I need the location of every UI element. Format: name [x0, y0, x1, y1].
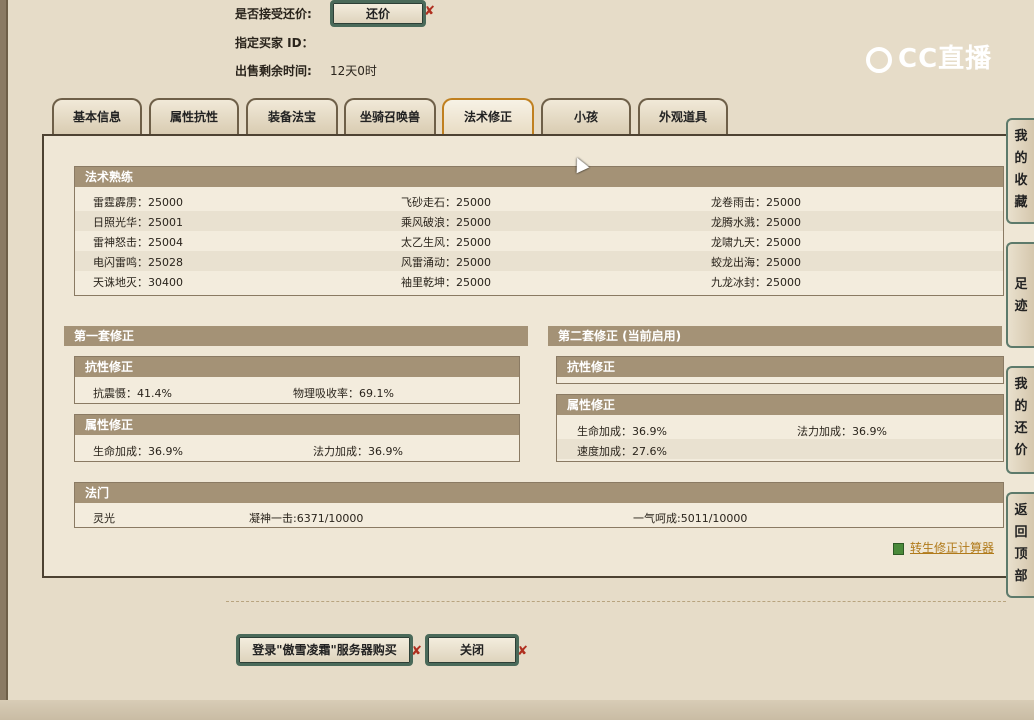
tab-content-panel: 法术熟练 雷霆霹雳：25000 飞砂走石：25000 龙卷雨击：25000 日照…	[42, 134, 1034, 578]
set1-attr-item: 法力加成：36.9%	[313, 445, 403, 458]
spell-row: 雷神怒击：25004 太乙生风：25000 龙啸九天：25000	[75, 231, 1003, 251]
side-tab-favorites[interactable]: 我的收藏	[1006, 118, 1034, 224]
frame-bottom-border	[0, 700, 1034, 720]
set1-resist-title: 抗性修正	[75, 357, 519, 377]
spell-value: 电闪雷鸣：25028	[93, 256, 183, 269]
calculator-icon	[893, 542, 904, 555]
tab-equipment[interactable]: 装备法宝	[246, 98, 338, 134]
school-item: 凝神一击:6371/10000	[249, 512, 364, 525]
cc-live-logo: CC直播	[866, 38, 992, 75]
spell-mastery-title: 法术熟练	[75, 167, 1003, 187]
close-button[interactable]: 关闭 ✘	[425, 634, 528, 666]
time-left-value: 12天0时	[330, 64, 377, 78]
accept-counter-label: 是否接受还价:	[235, 7, 312, 21]
school-item: 一气呵成:5011/10000	[633, 512, 748, 525]
set2-resist-title: 抗性修正	[557, 357, 1003, 377]
spell-value: 九龙冰封：25000	[711, 276, 801, 289]
spell-value: 日照光华：25001	[93, 216, 183, 229]
side-tab-label: 我的还价	[1014, 377, 1028, 458]
counter-offer-button-label: 还价	[365, 7, 390, 21]
side-tab-label: 我的收藏	[1014, 129, 1028, 210]
tab-label: 小孩	[573, 110, 598, 124]
rebirth-calculator-label: 转生修正计算器	[910, 541, 995, 555]
tab-label: 基本信息	[72, 110, 121, 124]
set2-attr-row: 速度加成：27.6%	[557, 439, 1003, 459]
rebirth-calculator-link[interactable]: 转生修正计算器	[893, 539, 994, 556]
set1-attr-title: 属性修正	[75, 415, 519, 435]
set1-resist-item: 抗震慑：41.4%	[93, 387, 172, 400]
tab-basic-info[interactable]: 基本信息	[52, 98, 142, 134]
spell-value: 袖里乾坤：25000	[401, 276, 491, 289]
buyer-id-label: 指定买家 ID：	[235, 36, 314, 50]
spell-value: 龙啸九天：25000	[711, 236, 801, 249]
spell-row: 电闪雷鸣：25028 风雷涌动：25000 蛟龙出海：25000	[75, 251, 1003, 271]
set2-attr-item: 生命加成：36.9%	[577, 425, 667, 438]
spell-row: 雷霆霹雳：25000 飞砂走石：25000 龙卷雨击：25000	[75, 191, 1003, 211]
spell-value: 飞砂走石：25000	[401, 196, 491, 209]
counter-offer-button[interactable]: 还价 ✘	[330, 0, 435, 27]
set2-attr-section: 属性修正 生命加成：36.9% 法力加成：36.9% 速度加成：27.6%	[556, 394, 1004, 462]
tab-attribute-resist[interactable]: 属性抗性	[149, 98, 239, 134]
close-mark-icon: ✘	[424, 4, 435, 19]
set2-title: 第二套修正 (当前启用)	[548, 326, 1002, 346]
spell-row: 日照光华：25001 乘风破浪：25000 龙腾水溅：25000	[75, 211, 1003, 231]
spell-value: 龙卷雨击：25000	[711, 196, 801, 209]
divider	[226, 601, 1006, 602]
set1-attr-section: 属性修正 生命加成：36.9% 法力加成：36.9%	[74, 414, 520, 462]
side-tab-back-to-top[interactable]: 返回顶部	[1006, 492, 1034, 598]
school-section: 法门 灵光 凝神一击:6371/10000 一气呵成:5011/10000	[74, 482, 1004, 528]
cc-logo-icon	[866, 46, 892, 73]
close-mark-icon: ✘	[517, 644, 528, 659]
side-tab-label: 足迹	[1014, 277, 1028, 314]
set2-attr-title: 属性修正	[557, 395, 1003, 415]
close-button-label: 关闭	[459, 643, 484, 657]
spell-value: 天诛地灭：30400	[93, 276, 183, 289]
set2-attr-item: 速度加成：27.6%	[577, 445, 667, 458]
set1-resist-section: 抗性修正 抗震慑：41.4% 物理吸收率：69.1%	[74, 356, 520, 404]
time-left-label: 出售剩余时间:	[235, 64, 312, 78]
set2-attr-item: 法力加成：36.9%	[797, 425, 887, 438]
tab-spell-correction[interactable]: 法术修正	[442, 98, 534, 134]
close-mark-icon: ✘	[411, 644, 422, 659]
set2-resist-section: 抗性修正	[556, 356, 1004, 384]
tab-appearance-items[interactable]: 外观道具	[638, 98, 728, 134]
set1-title: 第一套修正	[64, 326, 528, 346]
spell-value: 太乙生风：25000	[401, 236, 491, 249]
tab-label: 法术修正	[463, 110, 512, 124]
spell-row: 天诛地灭：30400 袖里乾坤：25000 九龙冰封：25000	[75, 271, 1003, 291]
school-title: 法门	[75, 483, 1003, 503]
tab-label: 坐骑召唤兽	[359, 110, 420, 124]
school-item: 灵光	[93, 512, 115, 525]
side-tab-label: 返回顶部	[1014, 503, 1028, 584]
spell-value: 雷霆霹雳：25000	[93, 196, 183, 209]
tab-label: 属性抗性	[169, 110, 218, 124]
side-tab-footprints[interactable]: 足迹	[1006, 242, 1034, 348]
login-buy-button[interactable]: 登录"傲雪凌霜"服务器购买 ✘	[236, 634, 422, 666]
spell-value: 龙腾水溅：25000	[711, 216, 801, 229]
spell-value: 风雷涌动：25000	[401, 256, 491, 269]
set1-resist-item: 物理吸收率：69.1%	[293, 387, 394, 400]
tab-label: 外观道具	[658, 110, 707, 124]
tab-child[interactable]: 小孩	[541, 98, 631, 134]
set1-attr-item: 生命加成：36.9%	[93, 445, 183, 458]
spell-value: 雷神怒击：25004	[93, 236, 183, 249]
spell-value: 乘风破浪：25000	[401, 216, 491, 229]
spell-mastery-section: 法术熟练 雷霆霹雳：25000 飞砂走石：25000 龙卷雨击：25000 日照…	[74, 166, 1004, 296]
tab-label: 装备法宝	[267, 110, 316, 124]
cc-logo-text: CC直播	[898, 44, 993, 74]
tab-mount-summon[interactable]: 坐骑召唤兽	[344, 98, 436, 134]
spell-value: 蛟龙出海：25000	[711, 256, 801, 269]
login-buy-button-label: 登录"傲雪凌霜"服务器购买	[252, 643, 397, 657]
side-tab-my-counter-offers[interactable]: 我的还价	[1006, 366, 1034, 474]
